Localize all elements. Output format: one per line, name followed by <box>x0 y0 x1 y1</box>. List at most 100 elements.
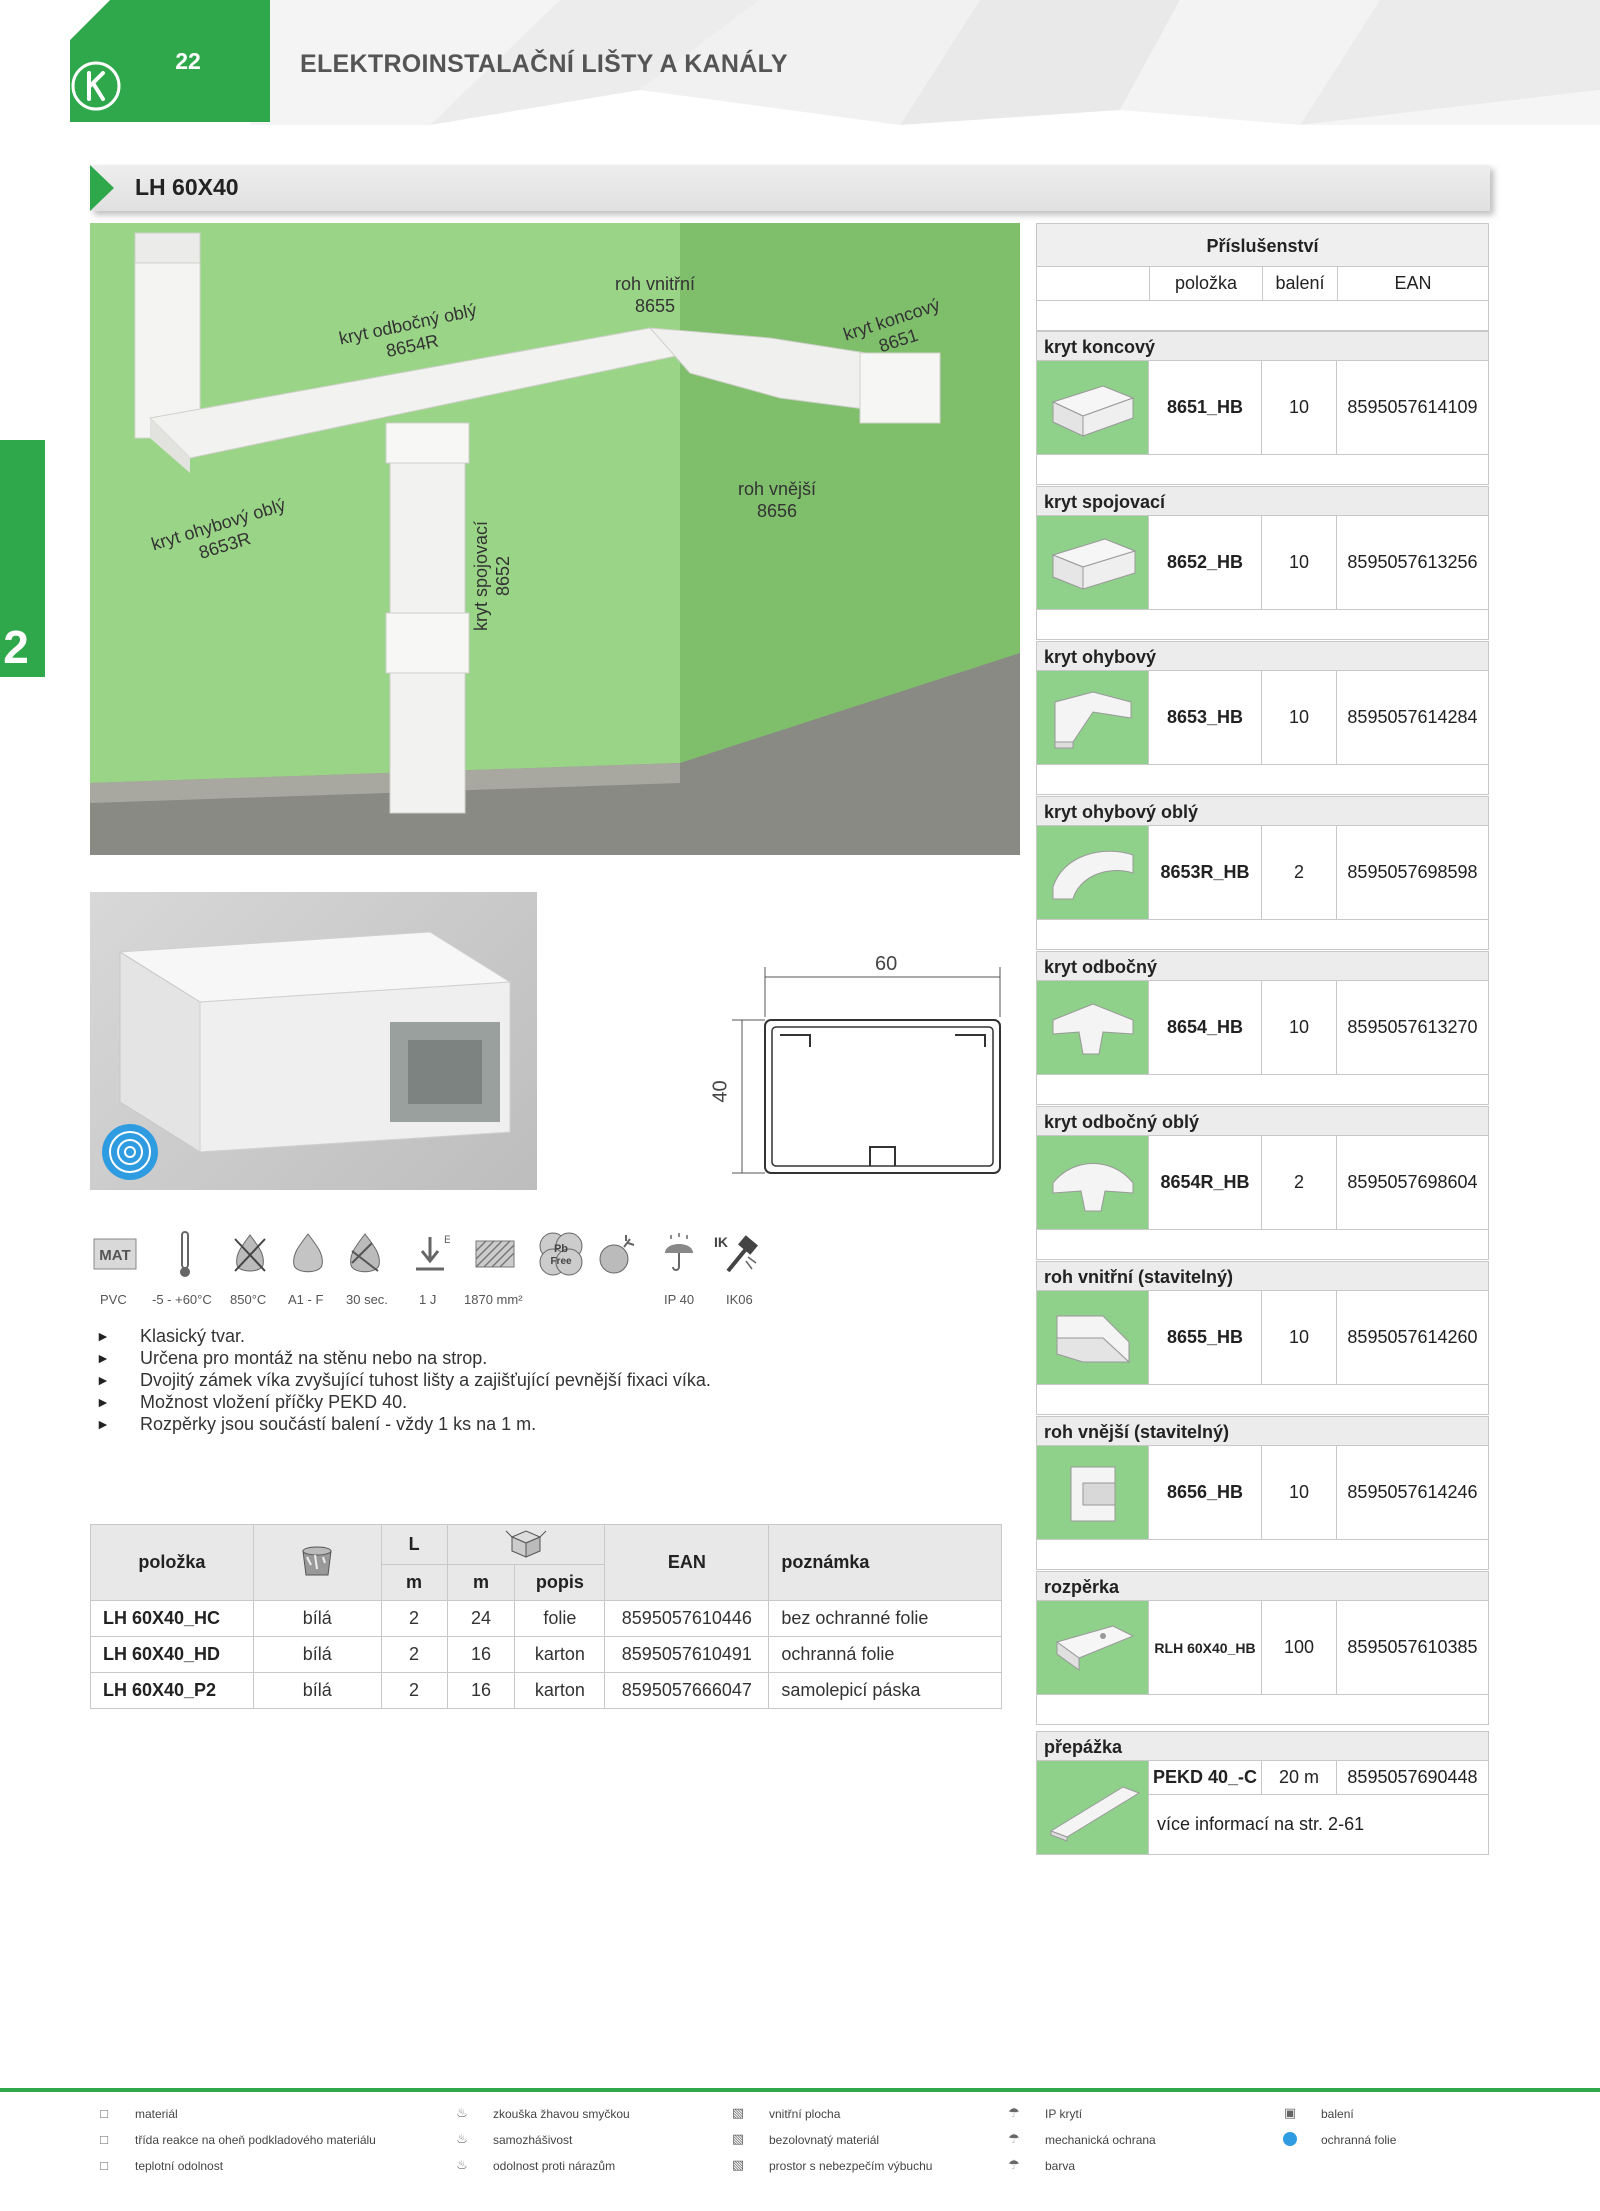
property-label: 1 J <box>419 1292 437 1307</box>
legend-label: samozhášivost <box>493 2133 573 2147</box>
accessory-item: rozpěrka RLH 60X40_HB 100 8595057610385 <box>1036 1571 1489 1725</box>
accessory-row: 8656_HB 10 8595057614246 <box>1036 1446 1489 1540</box>
legend-icon: □ <box>100 2131 108 2147</box>
property-label: A1 - F <box>288 1292 324 1307</box>
accessory-thumbnail <box>1037 981 1149 1074</box>
cell-item: LH 60X40_P2 <box>90 1672 254 1709</box>
legend-icon: ▧ <box>731 2131 745 2146</box>
table-row: LH 60X40_HC bílá 2 24 folie 859505761044… <box>90 1600 1002 1637</box>
surface-icon <box>472 1228 518 1280</box>
spacer <box>1036 1385 1489 1415</box>
legend-icon: ♨ <box>456 2131 468 2146</box>
property-label: 30 sec. <box>346 1292 388 1307</box>
feature-item: Dvojitý zámek víka zvyšující tuhost lišt… <box>96 1369 711 1391</box>
property-label: 850°C <box>230 1292 267 1307</box>
legend-label: ochranná folie <box>1321 2133 1397 2147</box>
product-table: položka L EAN poznámka m m popis LH 60X4… <box>90 1524 1002 1709</box>
accessory-row: 8655_HB 10 8595057614260 <box>1036 1291 1489 1385</box>
accessory-name: přepážka <box>1036 1731 1489 1761</box>
feature-list: Klasický tvar. Určena pro montáž na stěn… <box>96 1325 711 1435</box>
legend-icon: ☂ <box>1008 2131 1020 2146</box>
page-number: 22 <box>175 48 201 74</box>
accessory-item: kryt spojovací 8652_HB 10 8595057613256 <box>1036 486 1489 640</box>
legend-icon: ☂ <box>1008 2105 1020 2120</box>
spacer <box>1036 1695 1489 1725</box>
cell-desc: folie <box>514 1600 606 1637</box>
installation-photo: kryt odbočný oblý 8654R roh vnitřní 8655 k… <box>90 223 1020 855</box>
accessory-item: kryt koncový 8651_HB 10 8595057614109 <box>1036 331 1489 485</box>
accessory-ean: 8595057613270 <box>1347 1017 1478 1037</box>
spacer <box>1036 1540 1489 1570</box>
cell-length: 2 <box>380 1600 448 1637</box>
accessory-name: kryt odbočný oblý <box>1036 1106 1489 1136</box>
dimension-height: 40 <box>709 1080 732 1103</box>
accessory-item: kryt ohybový oblý 8653R_HB 2 8595057698598 <box>1036 796 1489 950</box>
accessory-code: 8653_HB <box>1149 671 1262 764</box>
property-label: IK06 <box>726 1292 753 1307</box>
product-render <box>90 892 537 1190</box>
accessory-item: kryt ohybový 8653_HB 10 8595057614284 <box>1036 641 1489 795</box>
cell-ean: 8595057610446 <box>604 1600 770 1637</box>
page-header: 22 ELEKTROINSTALAČNÍ LIŠTY A KANÁLY <box>0 0 1600 125</box>
self-extinguish-icon <box>342 1228 388 1280</box>
legend-icon: ▧ <box>731 2105 745 2120</box>
cell-ean: 8595057666047 <box>604 1672 770 1709</box>
divider-thumbnail <box>1037 1761 1149 1854</box>
accessory-code: 8656_HB <box>1149 1446 1262 1539</box>
spacer <box>1036 1075 1489 1105</box>
accessories-table: Příslušenství položka balení EAN <box>1036 223 1489 331</box>
cell-ean: 8595057610491 <box>604 1636 770 1673</box>
footer-line <box>0 2088 1600 2092</box>
accessory-code: 8651_HB <box>1149 361 1262 454</box>
accessory-code: 8655_HB <box>1149 1291 1262 1384</box>
accessory-name: rozpěrka <box>1036 1571 1489 1601</box>
legend-label: materiál <box>135 2107 178 2121</box>
accessory-qty: 10 <box>1262 981 1337 1074</box>
explosion-icon <box>594 1228 640 1280</box>
accessory-name: roh vnější (stavitelný) <box>1036 1416 1489 1446</box>
accessory-code: 8654_HB <box>1149 981 1262 1074</box>
cell-desc: karton <box>514 1636 606 1673</box>
spacer <box>1036 610 1489 640</box>
legend-icon: □ <box>100 2157 108 2173</box>
dimension-width: 60 <box>875 953 898 975</box>
accessory-thumbnail <box>1037 1136 1149 1229</box>
accessory-thumbnail <box>1037 826 1149 919</box>
callout-8655: roh vnitřní 8655 <box>615 274 696 316</box>
property-label: 1870 mm² <box>464 1292 523 1307</box>
accessory-row: 8653R_HB 2 8595057698598 <box>1036 826 1489 920</box>
accessory-item: roh vnitřní (stavitelný) 8655_HB 10 8595057… <box>1036 1261 1489 1415</box>
accessory-ean: 8595057614260 <box>1347 1327 1478 1347</box>
legend-label: vnitřní plocha <box>769 2107 841 2121</box>
accessory-ean: 8595057610385 <box>1347 1637 1478 1657</box>
column-ean: EAN <box>1337 267 1488 300</box>
cell-color: bílá <box>252 1672 382 1709</box>
accessory-row: 8654_HB 10 8595057613270 <box>1036 981 1489 1075</box>
legend-label: teplotní odolnost <box>135 2159 224 2173</box>
accessory-name: kryt ohybový <box>1036 641 1489 671</box>
legend-label: zkouška žhavou smyčkou <box>493 2107 630 2121</box>
accessory-name: kryt ohybový oblý <box>1036 796 1489 826</box>
svg-text:MAT: MAT <box>99 1247 130 1264</box>
accessory-ean: 8595057698604 <box>1347 1172 1478 1192</box>
accessory-thumbnail <box>1037 1291 1149 1384</box>
accessory-ean: 8595057614109 <box>1347 397 1478 417</box>
feature-item: Rozpěrky jsou součástí balení - vždy 1 k… <box>96 1413 711 1435</box>
accessory-ean: 8595057613256 <box>1347 552 1478 572</box>
header-item: položka <box>90 1524 254 1601</box>
accessory-code: 8652_HB <box>1149 516 1262 609</box>
legend-icon: ▣ <box>1283 2105 1297 2120</box>
column-pack: balení <box>1262 267 1337 300</box>
header-ean: EAN <box>604 1524 770 1601</box>
header-length: L <box>380 1524 448 1565</box>
property-label: -5 - +60°C <box>152 1292 212 1307</box>
accessory-thumbnail <box>1037 516 1149 609</box>
product-title-bar <box>90 165 1490 211</box>
feature-item: Klasický tvar. <box>96 1325 711 1347</box>
legend-icon: ♨ <box>456 2157 468 2172</box>
cell-pack: 16 <box>446 1672 516 1709</box>
callout-8652: kryt spojovací 8652 <box>471 520 513 631</box>
mat-icon: MAT <box>92 1228 138 1280</box>
dimension-drawing <box>732 967 1001 1174</box>
accessory-code: 8653R_HB <box>1149 826 1262 919</box>
